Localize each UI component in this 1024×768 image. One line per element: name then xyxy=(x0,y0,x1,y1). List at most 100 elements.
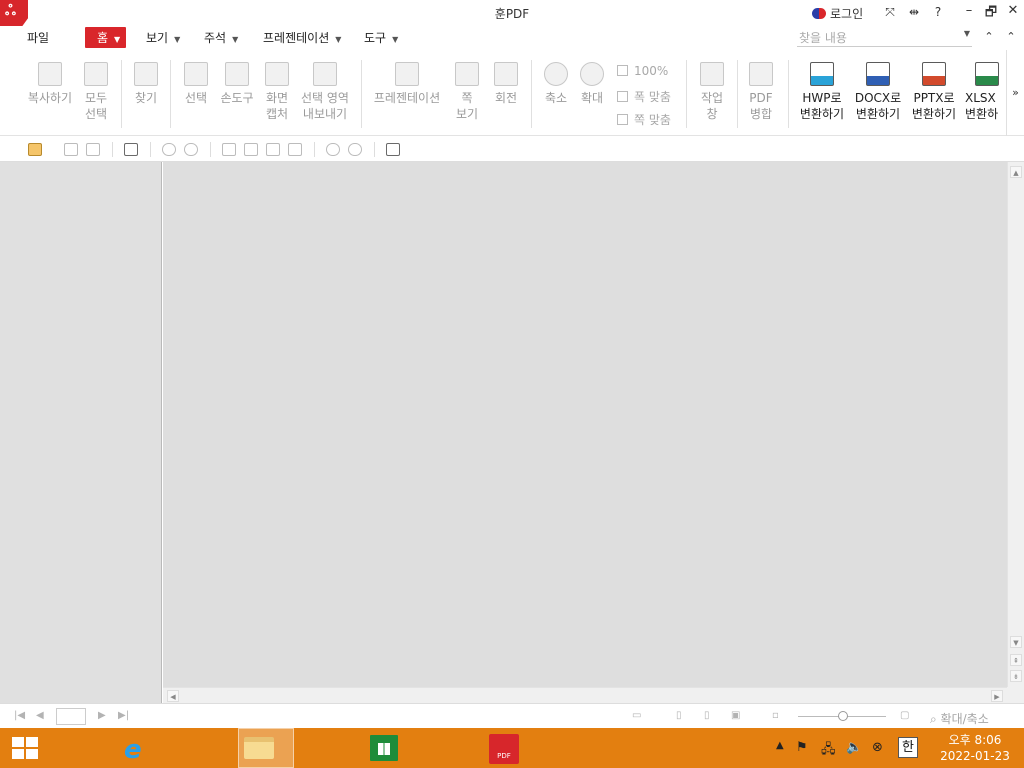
hand-small-icon[interactable] xyxy=(244,143,258,156)
menu-presentation[interactable]: 프레젠테이션 ▼ xyxy=(263,29,341,46)
flag-icon[interactable]: ⚑ xyxy=(796,740,808,755)
hand-tool-button[interactable]: 손도구 xyxy=(218,62,256,106)
fit-page-button[interactable]: 쪽 맞춤 xyxy=(617,111,671,128)
last-page-icon[interactable]: ▶| xyxy=(118,710,129,721)
text-select-icon[interactable] xyxy=(386,143,400,156)
camera-small-icon[interactable] xyxy=(266,143,280,156)
page-view-button[interactable]: 쪽 보기 xyxy=(450,62,484,122)
zoom-out-small-icon[interactable] xyxy=(326,143,340,156)
scroll-left-icon[interactable]: ◀ xyxy=(167,690,179,702)
presentation-button[interactable]: 프레젠테이션 xyxy=(370,62,444,106)
scroll-right-icon[interactable]: ▶ xyxy=(991,690,1003,702)
menu-annotate[interactable]: 주석 ▼ xyxy=(204,29,238,46)
save-icon[interactable] xyxy=(64,143,78,156)
network-icon[interactable]: 🖧 xyxy=(821,740,836,762)
menu-view[interactable]: 보기 ▼ xyxy=(146,29,180,46)
continuous-page-icon[interactable]: ▯ xyxy=(704,710,710,721)
undo-icon[interactable] xyxy=(162,143,176,156)
ribbon-more-button[interactable]: » xyxy=(1006,50,1024,136)
page-number-input[interactable] xyxy=(56,708,86,725)
windows-logo-icon xyxy=(12,737,38,759)
horizontal-scrollbar[interactable]: ◀ ▶ xyxy=(163,687,1007,703)
zoom-label[interactable]: ⌕ 확대/축소 xyxy=(930,710,989,727)
zoom-in-icon xyxy=(580,62,604,86)
export-area-label-2: 내보내기 xyxy=(302,107,348,121)
single-page-icon[interactable]: ▯ xyxy=(676,710,682,721)
first-page-icon[interactable]: |◀ xyxy=(14,710,25,721)
help-icon[interactable]: ? xyxy=(926,5,950,20)
screen-capture-button[interactable]: 화면 캡처 xyxy=(261,62,293,122)
minimize-button[interactable]: – xyxy=(958,3,980,25)
select-all-label-2: 선택 xyxy=(84,107,108,121)
convert-pptx-button[interactable]: PPTX로 변환하기 xyxy=(909,62,959,122)
start-button[interactable] xyxy=(0,728,56,768)
volume-icon[interactable]: 🔈 xyxy=(846,740,862,755)
vertical-scrollbar[interactable]: ▲ ▼ ⇞ ⇟ xyxy=(1007,162,1024,687)
zoom-out-button[interactable]: 축소 xyxy=(540,62,572,106)
next-page-small-icon[interactable]: ▶ xyxy=(98,710,106,721)
select-all-button[interactable]: 모두 선택 xyxy=(80,62,112,122)
search-dropdown-icon[interactable]: ▼ xyxy=(964,29,970,38)
export-area-button[interactable]: 선택 영역 내보내기 xyxy=(298,62,352,122)
fit-width-toggle-icon[interactable]: ⇹ xyxy=(902,5,926,20)
scroll-down-icon[interactable]: ▼ xyxy=(1010,636,1022,648)
convert-xlsx-button[interactable]: XLSX 변환하 xyxy=(965,62,1005,122)
taskbar-file-explorer[interactable] xyxy=(116,728,274,768)
copy-button[interactable]: 복사하기 xyxy=(26,62,74,106)
binoculars-icon xyxy=(134,62,158,86)
select-tool-button[interactable]: 선택 xyxy=(180,62,212,106)
show-hidden-icons-icon[interactable]: ▲ xyxy=(776,740,784,751)
zoom-slider-knob[interactable] xyxy=(838,711,848,721)
copy-icon xyxy=(38,62,62,86)
menu-home[interactable]: 홈 ▼ xyxy=(85,27,127,48)
fullscreen-icon[interactable]: ⤧ xyxy=(878,5,902,20)
menu-tools[interactable]: 도구 ▼ xyxy=(364,29,398,46)
redo-icon[interactable] xyxy=(184,143,198,156)
zoom-slider[interactable] xyxy=(798,711,886,721)
rotate-button[interactable]: 회전 xyxy=(490,62,522,106)
next-page-icon[interactable]: ⇟ xyxy=(1010,670,1022,682)
find-button[interactable]: 찾기 xyxy=(130,62,162,106)
convert-hwp-button[interactable]: HWP로 변환하기 xyxy=(797,62,847,122)
select-cursor-small-icon[interactable] xyxy=(222,143,236,156)
scroll-up-icon[interactable]: ▲ xyxy=(1010,166,1022,178)
ribbon-divider xyxy=(788,60,789,128)
ribbon-collapse-icon[interactable]: ⌃ xyxy=(978,30,1000,43)
fit-page-icon xyxy=(617,114,628,125)
document-viewer[interactable] xyxy=(163,162,1007,687)
ime-indicator[interactable]: 한 xyxy=(898,737,918,758)
system-clock[interactable]: 오후 8:06 2022-01-23 xyxy=(928,732,1022,764)
save-as-icon[interactable] xyxy=(86,143,100,156)
print-icon[interactable] xyxy=(124,143,138,156)
export-small-icon[interactable] xyxy=(288,143,302,156)
presentation-small-icon[interactable]: ▭ xyxy=(632,710,641,721)
zoom-in-button[interactable]: 확대 xyxy=(576,62,608,106)
export-icon xyxy=(313,62,337,86)
taskbar-internet-explorer[interactable]: e xyxy=(56,728,142,768)
search-input[interactable]: 찾을 내용 ▼ xyxy=(797,29,972,47)
restore-button[interactable]: 🗗 xyxy=(980,3,1002,25)
previous-page-icon[interactable]: ⇞ xyxy=(1010,654,1022,666)
close-button[interactable]: ✕ xyxy=(1002,3,1024,25)
convert-docx-button[interactable]: DOCX로 변환하기 xyxy=(853,62,903,122)
actual-size-button[interactable]: 100% xyxy=(617,64,668,78)
zoom-reset-icon[interactable]: ▫ xyxy=(772,710,779,721)
notification-error-icon[interactable]: ⊗ xyxy=(872,740,883,755)
menu-file[interactable]: 파일 xyxy=(27,29,49,46)
login-button[interactable]: 로그인 xyxy=(812,5,863,22)
taskbar-hunpdf[interactable]: PDF xyxy=(238,728,519,768)
fit-width-button[interactable]: 폭 맞춤 xyxy=(617,88,671,105)
fit-zoom-icon[interactable]: ▢ xyxy=(900,710,909,721)
zoom-in-small-icon[interactable] xyxy=(348,143,362,156)
open-folder-icon[interactable] xyxy=(28,143,42,156)
prev-page-icon[interactable]: ◀ xyxy=(36,710,44,721)
taskbar-store[interactable] xyxy=(178,728,398,768)
work-window-label-1: 작업 xyxy=(700,91,724,105)
page-view-label-1: 쪽 xyxy=(461,91,473,105)
ribbon-up-icon[interactable]: ⌃ xyxy=(1000,30,1022,43)
facing-page-icon[interactable]: ▣ xyxy=(731,710,740,721)
work-window-button[interactable]: 작업 창 xyxy=(695,62,729,122)
camera-icon xyxy=(265,62,289,86)
convert-xlsx-label-1: XLSX xyxy=(965,91,996,105)
pdf-merge-button[interactable]: PDF 병합 xyxy=(744,62,778,122)
